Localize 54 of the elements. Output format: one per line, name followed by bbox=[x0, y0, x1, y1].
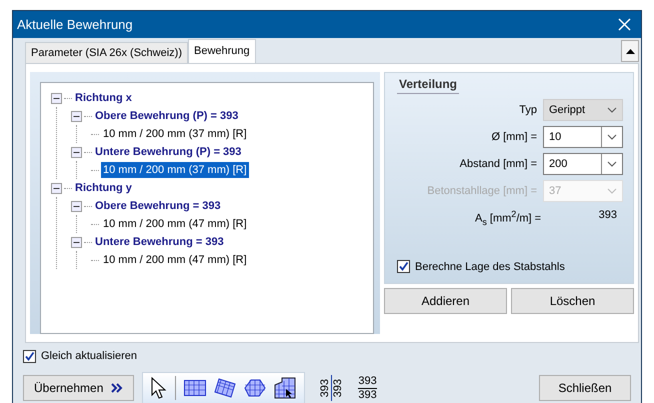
tree-item[interactable]: 10 mm / 200 mm (47 mm) [R] bbox=[101, 252, 249, 268]
triangle-up-icon bbox=[626, 48, 634, 54]
checkbox[interactable] bbox=[23, 350, 36, 362]
fraction-number: 393 bbox=[358, 374, 377, 388]
chevron-down-icon bbox=[607, 134, 617, 140]
action-button[interactable]: Löschen bbox=[511, 288, 634, 314]
tree-item[interactable]: 10 mm / 200 mm (47 mm) [R] bbox=[101, 216, 249, 232]
collapse-icon[interactable] bbox=[71, 110, 82, 122]
scroll-up-button[interactable] bbox=[621, 40, 639, 62]
checkbox-label[interactable]: Berechne Lage des Stabstahls bbox=[415, 260, 565, 272]
checkbox-label[interactable]: Gleich aktualisieren bbox=[41, 350, 137, 362]
tree-node[interactable]: Untere Bewehrung (P) = 393 bbox=[94, 146, 242, 158]
collapse-icon[interactable] bbox=[71, 146, 82, 158]
field-label: Abstand [mm] = bbox=[460, 158, 537, 170]
tab[interactable]: Bewehrung bbox=[188, 39, 256, 63]
pointer-icon[interactable] bbox=[151, 377, 168, 399]
tree-item[interactable]: 10 mm / 200 mm (37 mm) [R] bbox=[101, 126, 249, 142]
chevron-down-icon bbox=[607, 161, 617, 167]
close-icon[interactable] bbox=[618, 18, 631, 31]
collapse-icon[interactable] bbox=[71, 236, 82, 248]
collapse-icon[interactable] bbox=[51, 182, 62, 194]
field-label: Typ bbox=[519, 104, 537, 116]
combo-box[interactable]: 10 bbox=[543, 126, 623, 148]
vertical-number: 393 bbox=[319, 378, 332, 398]
window-title: Aktuelle Bewehrung bbox=[17, 17, 133, 32]
tab[interactable]: Parameter (SIA 26x (Schweiz)) bbox=[25, 42, 188, 63]
tree-node[interactable]: Obere Bewehrung (P) = 393 bbox=[94, 110, 240, 122]
double-chevron-icon bbox=[111, 383, 124, 393]
tree-node[interactable]: Obere Bewehrung = 393 bbox=[94, 200, 222, 212]
field-value: 393 bbox=[598, 209, 617, 223]
tree-node[interactable]: Richtung y bbox=[74, 182, 133, 194]
field-label: A$_{s}$ [mm$^{2}$/m] = bbox=[475, 209, 542, 227]
checkbox[interactable] bbox=[397, 260, 410, 273]
tree-node[interactable]: Richtung x bbox=[74, 92, 133, 104]
grid-quad-icon[interactable] bbox=[214, 378, 236, 398]
tree-item[interactable]: 10 mm / 200 mm (37 mm) [R] bbox=[101, 162, 249, 178]
close-dialog-button[interactable]: Schließen bbox=[539, 375, 631, 401]
field-label: Ø [mm] = bbox=[491, 131, 537, 143]
collapse-icon[interactable] bbox=[71, 200, 82, 212]
grid-pentagon-icon[interactable] bbox=[244, 379, 266, 397]
grid-rectangle-icon[interactable] bbox=[184, 380, 206, 396]
grid-shape-icon[interactable] bbox=[274, 377, 296, 399]
combo-box[interactable]: 200 bbox=[543, 153, 623, 175]
field-label: Betonstahllage [mm] = bbox=[427, 185, 537, 197]
group-title: Verteilung bbox=[397, 77, 460, 94]
chevron-down-icon bbox=[607, 107, 617, 113]
dropdown[interactable]: Gerippt bbox=[543, 99, 623, 121]
chevron-down-icon bbox=[607, 188, 617, 194]
tree-node[interactable]: Untere Bewehrung = 393 bbox=[94, 236, 225, 248]
vertical-number: 393 bbox=[332, 378, 344, 398]
collapse-icon[interactable] bbox=[51, 92, 62, 104]
fraction-number: 393 bbox=[358, 388, 377, 402]
action-button[interactable]: Addieren bbox=[384, 288, 507, 314]
apply-button[interactable]: Übernehmen bbox=[23, 375, 134, 401]
